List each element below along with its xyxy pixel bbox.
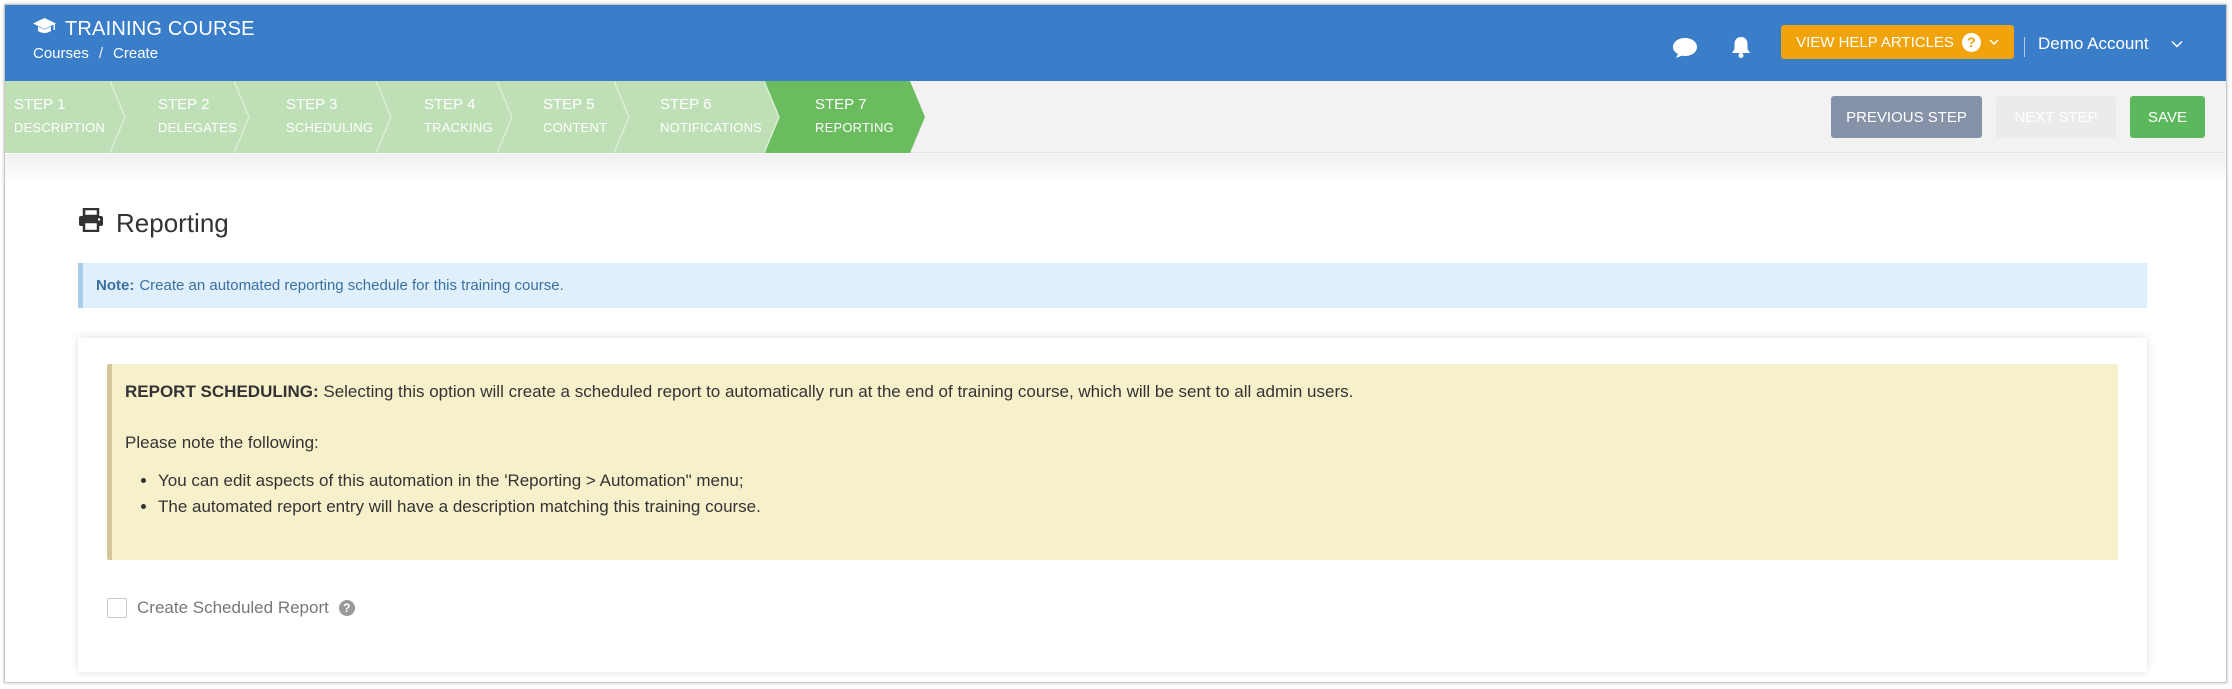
step-label: STEP 2 xyxy=(158,96,210,113)
warning-description: REPORT SCHEDULING: Selecting this option… xyxy=(125,379,2118,405)
previous-step-button[interactable]: PREVIOUS STEP xyxy=(1831,96,1982,138)
create-scheduled-report-row: Create Scheduled Report ? xyxy=(107,598,355,618)
create-scheduled-report-checkbox[interactable] xyxy=(107,598,127,618)
step-label: STEP 6 xyxy=(660,96,712,113)
warning-text: Selecting this option will create a sche… xyxy=(323,382,1354,401)
step-label: STEP 3 xyxy=(286,96,338,113)
step-sublabel: SCHEDULING xyxy=(286,120,374,135)
page-section-title: TRAINING COURSE xyxy=(65,17,255,40)
page-title: Reporting xyxy=(78,207,229,239)
account-name: Demo Account xyxy=(2038,34,2149,53)
help-question-icon[interactable]: ? xyxy=(338,600,355,616)
question-icon: ? xyxy=(1961,32,1981,52)
printer-icon xyxy=(78,207,104,239)
page-title-text: Reporting xyxy=(116,208,229,238)
warning-intro: Please note the following: xyxy=(125,433,319,452)
report-scheduling-warning: REPORT SCHEDULING: Selecting this option… xyxy=(107,364,2118,560)
list-item: You can edit aspects of this automation … xyxy=(158,468,2118,494)
step-2-delegates[interactable]: STEP 2 DELEGATES xyxy=(110,81,250,153)
warning-list: You can edit aspects of this automation … xyxy=(158,468,2118,520)
step-label: STEP 5 xyxy=(543,96,595,113)
steps-bar: STEP 1 DESCRIPTION STEP 2 DELEGATES STEP 3… xyxy=(5,81,2226,153)
note-label: Note: xyxy=(96,277,135,294)
next-step-button[interactable]: NEXT STEP xyxy=(1996,96,2116,138)
step-sublabel: TRACKING xyxy=(424,120,493,135)
breadcrumb: Courses / Create xyxy=(33,45,158,62)
step-4-tracking[interactable]: STEP 4 TRACKING xyxy=(376,81,513,153)
step-sublabel: CONTENT xyxy=(543,120,608,135)
view-help-articles-button[interactable]: VIEW HELP ARTICLES ? xyxy=(1781,25,2014,59)
account-menu[interactable]: Demo Account xyxy=(2038,34,2183,54)
chevron-down-icon xyxy=(2171,40,2183,48)
top-header: TRAINING COURSE Courses / Create VIEW HE… xyxy=(5,5,2226,81)
checkbox-label[interactable]: Create Scheduled Report xyxy=(137,598,329,618)
step-label: STEP 1 xyxy=(14,96,66,113)
content-top-shadow xyxy=(5,154,2226,184)
chevron-down-icon xyxy=(1989,39,1999,46)
note-alert: Note: Create an automated reporting sche… xyxy=(78,263,2147,308)
list-item: The automated report entry will have a d… xyxy=(158,494,2118,520)
step-3-scheduling[interactable]: STEP 3 SCHEDULING xyxy=(234,81,392,153)
step-sublabel: NOTIFICATIONS xyxy=(660,120,763,135)
breadcrumb-separator: / xyxy=(98,45,104,62)
warning-heading: REPORT SCHEDULING: xyxy=(125,382,319,401)
step-label: STEP 4 xyxy=(424,96,476,113)
step-7-reporting[interactable]: STEP 7 REPORTING xyxy=(764,81,926,153)
step-sublabel: DESCRIPTION xyxy=(14,120,106,135)
chat-icon[interactable] xyxy=(1670,33,1700,63)
step-6-notifications[interactable]: STEP 6 NOTIFICATIONS xyxy=(614,81,780,153)
bell-icon[interactable] xyxy=(1726,32,1756,62)
header-divider xyxy=(2024,37,2025,57)
reporting-panel: REPORT SCHEDULING: Selecting this option… xyxy=(78,338,2147,672)
app-title: TRAINING COURSE xyxy=(32,16,255,42)
save-button[interactable]: SAVE xyxy=(2130,96,2205,138)
step-5-content[interactable]: STEP 5 CONTENT xyxy=(497,81,630,153)
graduation-cap-icon xyxy=(32,16,57,42)
breadcrumb-courses[interactable]: Courses xyxy=(33,45,89,62)
step-1-description[interactable]: STEP 1 DESCRIPTION xyxy=(5,81,125,153)
step-sublabel: DELEGATES xyxy=(158,120,237,135)
breadcrumb-create: Create xyxy=(113,45,159,62)
note-text: Create an automated reporting schedule f… xyxy=(139,277,564,294)
step-sublabel: REPORTING xyxy=(815,120,894,135)
help-button-label: VIEW HELP ARTICLES xyxy=(1796,33,1954,51)
app-window: TRAINING COURSE Courses / Create VIEW HE… xyxy=(4,4,2227,683)
step-label: STEP 7 xyxy=(815,96,867,113)
